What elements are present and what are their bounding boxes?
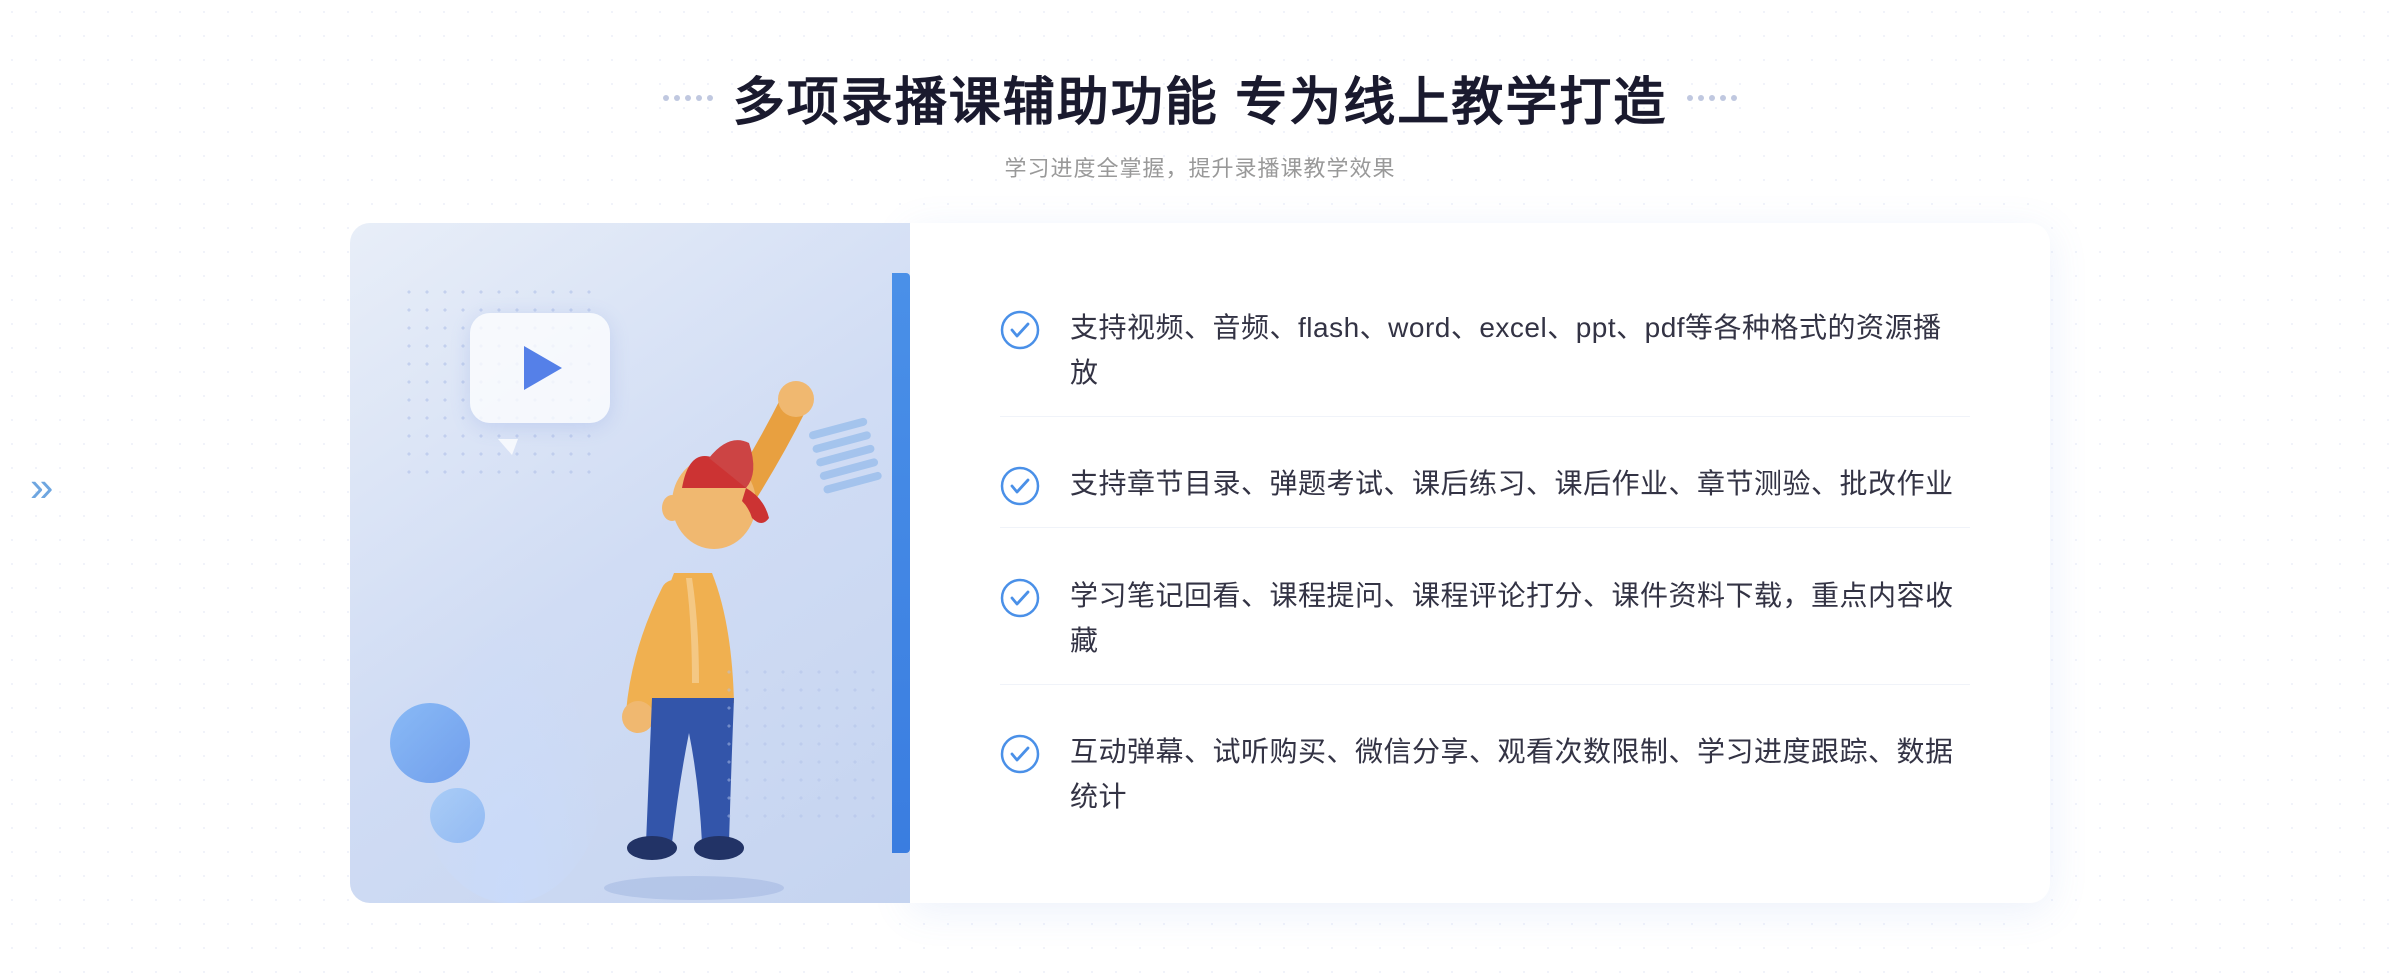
blue-bar: [892, 273, 910, 853]
title-row: 多项录播课辅助功能 专为线上教学打造: [663, 60, 1737, 135]
illustration-panel: [350, 223, 910, 903]
person-illustration: [534, 343, 854, 903]
feature-text-1: 支持视频、音频、flash、word、excel、ppt、pdf等各种格式的资源…: [1070, 306, 1970, 396]
blue-circle-small: [430, 788, 485, 843]
page-wrapper: 多项录播课辅助功能 专为线上教学打造 学习进度全掌握，提升录播课教学效果 »: [0, 0, 2400, 974]
check-icon-1: [1000, 310, 1040, 350]
content-area: 支持视频、音频、flash、word、excel、ppt、pdf等各种格式的资源…: [350, 223, 2050, 903]
feature-item-2: 支持章节目录、弹题考试、课后练习、课后作业、章节测验、批改作业: [1000, 442, 1970, 528]
page-title: 多项录播课辅助功能 专为线上教学打造: [733, 60, 1667, 135]
feature-text-4: 互动弹幕、试听购买、微信分享、观看次数限制、学习进度跟踪、数据统计: [1070, 730, 1970, 820]
features-panel: 支持视频、音频、flash、word、excel、ppt、pdf等各种格式的资源…: [910, 223, 2050, 903]
header-section: 多项录播课辅助功能 专为线上教学打造 学习进度全掌握，提升录播课教学效果: [663, 60, 1737, 183]
title-dots-left: [663, 95, 713, 101]
feature-text-2: 支持章节目录、弹题考试、课后练习、课后作业、章节测验、批改作业: [1070, 462, 1954, 507]
check-icon-4: [1000, 734, 1040, 774]
feature-item-4: 互动弹幕、试听购买、微信分享、观看次数限制、学习进度跟踪、数据统计: [1000, 710, 1970, 840]
feature-item-3: 学习笔记回看、课程提问、课程评论打分、课件资料下载，重点内容收藏: [1000, 554, 1970, 685]
feature-item-1: 支持视频、音频、flash、word、excel、ppt、pdf等各种格式的资源…: [1000, 286, 1970, 417]
check-icon-2: [1000, 466, 1040, 506]
page-subtitle: 学习进度全掌握，提升录播课教学效果: [663, 151, 1737, 183]
title-dots-right: [1687, 95, 1737, 101]
feature-text-3: 学习笔记回看、课程提问、课程评论打分、课件资料下载，重点内容收藏: [1070, 574, 1970, 664]
check-icon-3: [1000, 578, 1040, 618]
blue-circle-large: [390, 703, 470, 783]
page-nav-chevron[interactable]: »: [30, 463, 53, 511]
